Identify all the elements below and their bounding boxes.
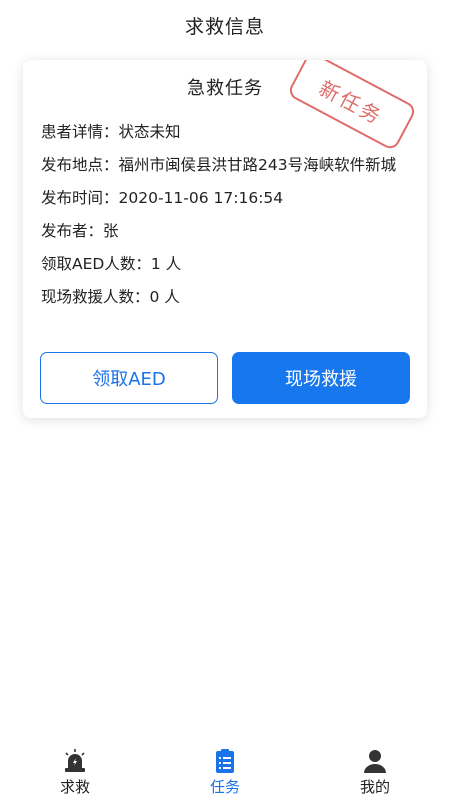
- row-value: 1 人: [150, 255, 182, 273]
- tab-help[interactable]: 求救: [0, 742, 150, 800]
- location-row: 发布地点：福州市闽侯县洪甘路243号海峡软件新城: [41, 153, 413, 177]
- row-value: 0 人: [149, 288, 180, 306]
- row-label: 发布时间：: [41, 189, 119, 207]
- row-label: 现场救援人数：: [41, 288, 150, 306]
- publisher-row: 发布者：张: [41, 219, 413, 243]
- patient-detail-row: 患者详情：状态未知: [41, 120, 413, 144]
- onsite-rescue-button[interactable]: 现场救援: [232, 352, 410, 404]
- page: 求救信息 急救任务 新任务 患者详情：状态未知 发布地点：福州市闽侯县洪甘路24…: [0, 0, 450, 800]
- row-label: 发布者：: [41, 222, 104, 240]
- row-label: 患者详情：: [41, 123, 119, 141]
- rescue-task-card: 急救任务 新任务 患者详情：状态未知 发布地点：福州市闽侯县洪甘路243号海峡软…: [23, 60, 427, 418]
- onsite-rescue-count-row: 现场救援人数：0 人: [41, 285, 413, 309]
- row-value: 张: [103, 222, 119, 240]
- tab-mine[interactable]: 我的: [300, 742, 450, 800]
- clipboard-list-icon: [212, 748, 238, 774]
- header: 求救信息: [0, 0, 450, 50]
- user-icon: [362, 748, 388, 774]
- bottom-tab-bar: 求救 任务 我的: [0, 742, 450, 800]
- task-info: 患者详情：状态未知 发布地点：福州市闽侯县洪甘路243号海峡软件新城 发布时间：…: [41, 120, 413, 318]
- row-label: 领取AED人数：: [41, 255, 151, 273]
- page-title: 求救信息: [184, 15, 265, 38]
- tab-label: 我的: [359, 778, 390, 796]
- row-value: 2020-11-06 17:16:54: [118, 189, 284, 207]
- row-value: 状态未知: [118, 123, 181, 141]
- alarm-light-icon: [62, 748, 88, 774]
- row-value: 福州市闽侯县洪甘路243号海峡软件新城: [118, 156, 397, 174]
- tab-label: 求救: [59, 778, 90, 796]
- aed-count-row: 领取AED人数：1 人: [41, 252, 413, 276]
- publish-time-row: 发布时间：2020-11-06 17:16:54: [41, 186, 413, 210]
- tab-label: 任务: [209, 778, 240, 796]
- row-label: 发布地点：: [41, 156, 119, 174]
- claim-aed-button[interactable]: 领取AED: [40, 352, 218, 404]
- tab-tasks[interactable]: 任务: [150, 742, 300, 800]
